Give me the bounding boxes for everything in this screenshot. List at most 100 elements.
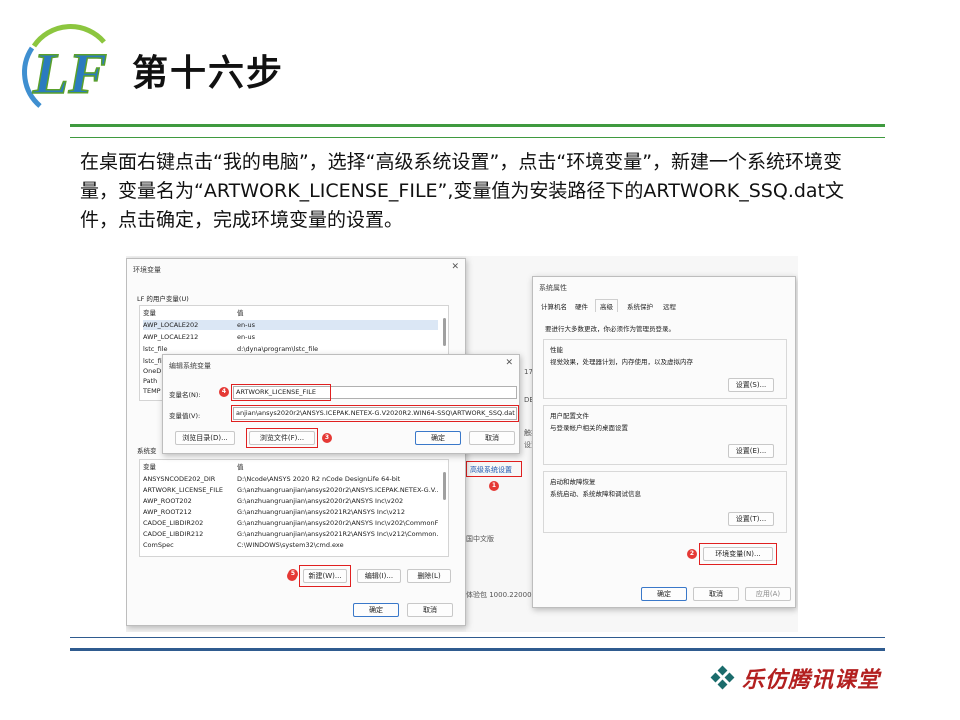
- header-rule-thin: [70, 137, 885, 138]
- annotation-box: [231, 405, 519, 422]
- var-value: C:\WINDOWS\system32\cmd.exe: [237, 541, 344, 549]
- col-header-val: 值: [237, 463, 244, 471]
- tab-computer-name[interactable]: 计算机名: [541, 301, 567, 311]
- lf-logo: LF: [22, 24, 108, 108]
- var-value: G:\anzhuangruanjian\ansys2020r2\ANSYS In…: [237, 497, 404, 505]
- list-item[interactable]: ComSpec C:\WINDOWS\system32\cmd.exe: [143, 540, 438, 550]
- list-item[interactable]: ARTWORK_LICENSE_FILE G:\anzhuangruanjian…: [143, 485, 438, 495]
- var-value: G:\anzhuangruanjian\ansys2020r2\ANSYS.IC…: [237, 486, 438, 494]
- windows-screenshot: 170 DED 触控 设置 国中文版 体验包 1000.22000 高级系统设置…: [126, 256, 798, 632]
- list-item[interactable]: AWP_ROOT212 G:\anzhuangruanjian\ansys202…: [143, 507, 438, 517]
- annotation-box: [299, 565, 351, 587]
- brand-name: 乐仿腾讯课堂: [742, 667, 881, 693]
- ok-button[interactable]: 确定: [641, 587, 687, 601]
- list-item[interactable]: ANSYSNCODE202_DIR D:\Ncode\ANSYS 2020 R2…: [143, 474, 438, 484]
- step-badge-1: 1: [489, 481, 499, 491]
- var-name: CADOE_LIBDIR202: [143, 519, 204, 527]
- cancel-button[interactable]: 取消: [407, 603, 453, 617]
- system-properties-window: 系统属性 计算机名 硬件 高级 系统保护 远程 要进行大多数更改，你必须作为管理…: [532, 276, 796, 608]
- brand-footer: 乐仿腾讯课堂: [710, 662, 881, 694]
- dialog-title: 编辑系统变量: [169, 362, 211, 370]
- close-icon[interactable]: ✕: [505, 358, 513, 368]
- var-name: Path: [143, 377, 158, 385]
- delete-button[interactable]: 删除(L): [407, 569, 451, 583]
- annotation-box: [231, 384, 331, 401]
- group-title: 性能: [550, 346, 563, 354]
- var-name: OneD: [143, 367, 162, 375]
- window-title: 环境变量: [133, 266, 161, 274]
- instruction-text: 在桌面右键点击“我的电脑”，选择“高级系统设置”，点击“环境变量”，新建一个系统…: [80, 151, 845, 231]
- var-value: en-us: [237, 333, 255, 341]
- var-name: AWP_LOCALE212: [143, 333, 199, 341]
- var-value: en-us: [237, 321, 255, 329]
- var-value: D:\Ncode\ANSYS 2020 R2 nCode DesignLife …: [237, 475, 401, 483]
- footer-rule-thick: [70, 648, 885, 651]
- step-badge-2: 2: [687, 549, 697, 559]
- scrollbar[interactable]: [443, 318, 446, 346]
- bg-text-fragment: 体验包 1000.22000: [466, 591, 532, 599]
- scrollbar[interactable]: [443, 472, 446, 500]
- tab-system-protection[interactable]: 系统保护: [627, 301, 653, 311]
- list-item[interactable]: CADOE_LIBDIR202 G:\anzhuangruanjian\ansy…: [143, 518, 438, 528]
- var-name: AWP_ROOT212: [143, 508, 192, 516]
- admin-note: 要进行大多数更改，你必须作为管理员登录。: [545, 325, 675, 333]
- list-item[interactable]: CADOE_LIBDIR212 G:\anzhuangruanjian\ansy…: [143, 529, 438, 539]
- annotation-box: [699, 543, 777, 565]
- edit-button[interactable]: 编辑(I)...: [357, 569, 401, 583]
- annotation-box: [246, 428, 318, 448]
- profile-settings-button[interactable]: 设置(E)...: [728, 444, 774, 458]
- edit-var-dialog: 编辑系统变量 ✕ 变量名(N): ARTWORK_LICENSE_FILE 4 …: [162, 354, 520, 454]
- startup-group: 启动和故障恢复 系统启动、系统故障和调试信息 设置(T)...: [543, 471, 787, 533]
- window-title: 系统属性: [539, 284, 567, 292]
- step-badge-3: 3: [322, 433, 332, 443]
- tab-hardware[interactable]: 硬件: [575, 301, 588, 311]
- diamond-icon: [710, 665, 735, 690]
- var-name: AWP_ROOT202: [143, 497, 192, 505]
- col-header-var: 变量: [143, 309, 156, 317]
- startup-settings-button[interactable]: 设置(T)...: [728, 512, 774, 526]
- footer-rule-thin: [70, 637, 885, 638]
- perf-settings-button[interactable]: 设置(S)...: [728, 378, 774, 392]
- header-rule-thick: [70, 124, 885, 127]
- step-badge-4: 4: [219, 387, 229, 397]
- user-vars-label: LF 的用户变量(U): [137, 295, 189, 303]
- var-name: ANSYSNCODE202_DIR: [143, 475, 216, 483]
- browse-dir-button[interactable]: 浏览目录(D)...: [175, 431, 235, 445]
- group-desc: 视觉效果，处理器计划，内存使用，以及虚拟内存: [550, 358, 693, 366]
- step-badge-5: 5: [288, 569, 298, 579]
- list-item[interactable]: AWP_LOCALE212 en-us: [143, 332, 438, 342]
- logo-lettering: LF: [32, 41, 107, 106]
- list-header: 变量 值: [143, 462, 438, 472]
- var-value: d:\dyna\program\lstc_file: [237, 345, 319, 353]
- perf-group: 性能 视觉效果，处理器计划，内存使用，以及虚拟内存 设置(S)...: [543, 339, 787, 399]
- list-item[interactable]: AWP_LOCALE202 en-us: [143, 320, 438, 330]
- col-header-var: 变量: [143, 463, 156, 471]
- cancel-button[interactable]: 取消: [693, 587, 739, 601]
- var-value: G:\anzhuangruanjian\ansys2020r2\ANSYS In…: [237, 519, 438, 527]
- var-name: CADOE_LIBDIR212: [143, 530, 204, 538]
- group-title: 启动和故障恢复: [550, 478, 596, 486]
- list-item[interactable]: AWP_ROOT202 G:\anzhuangruanjian\ansys202…: [143, 496, 438, 506]
- list-header: 变量 值: [143, 308, 438, 318]
- var-value: G:\anzhuangruanjian\ansys2021R2\ANSYS In…: [237, 530, 438, 538]
- var-value-label: 变量值(V):: [169, 412, 201, 420]
- var-name: ComSpec: [143, 541, 174, 549]
- var-name: AWP_LOCALE202: [143, 321, 199, 329]
- ok-button[interactable]: 确定: [415, 431, 461, 445]
- system-vars-label: 系统变: [137, 447, 157, 455]
- var-name: TEMP: [143, 387, 161, 395]
- tab-advanced[interactable]: 高级: [595, 299, 618, 312]
- slide-title: 第十六步: [132, 53, 285, 94]
- cancel-button[interactable]: 取消: [469, 431, 515, 445]
- profile-group: 用户配置文件 与登录帐户相关的桌面设置 设置(E)...: [543, 405, 787, 465]
- close-icon[interactable]: ✕: [451, 262, 459, 272]
- var-name: ARTWORK_LICENSE_FILE: [143, 486, 223, 494]
- list-item[interactable]: lstc_file d:\dyna\program\lstc_file: [143, 344, 438, 354]
- group-title: 用户配置文件: [550, 412, 589, 420]
- system-vars-list[interactable]: 变量 值 ANSYSNCODE202_DIR D:\Ncode\ANSYS 20…: [139, 459, 449, 557]
- apply-button[interactable]: 应用(A): [745, 587, 791, 601]
- ok-button[interactable]: 确定: [353, 603, 399, 617]
- var-value: G:\anzhuangruanjian\ansys2021R2\ANSYS In…: [237, 508, 405, 516]
- col-header-val: 值: [237, 309, 244, 317]
- tab-remote[interactable]: 远程: [663, 301, 676, 311]
